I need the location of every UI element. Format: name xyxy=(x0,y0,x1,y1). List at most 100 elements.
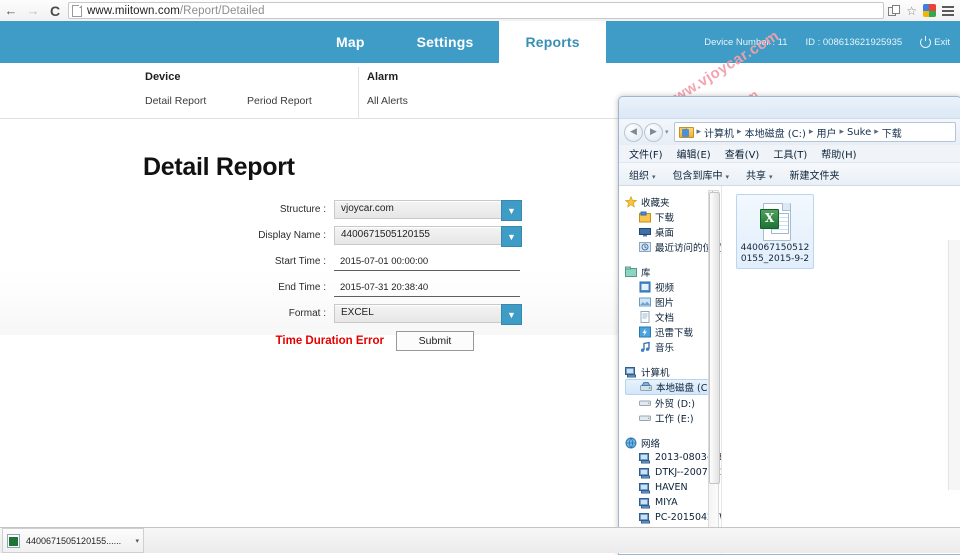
nav-item-network-pc20150421w[interactable]: PC-20150421W xyxy=(625,510,721,525)
file-explorer-window: ◀ ▶ ▾ ▸ 计算机 ▸ 本地磁盘 (C:) ▸ 用户 ▸ Suke ▸ 下载… xyxy=(618,96,960,555)
menu-file[interactable]: 文件(F) xyxy=(629,146,663,161)
computer-icon xyxy=(639,452,651,464)
nav-label: HAVEN xyxy=(655,482,688,493)
field-structure: Structure : vjoycar.com ▼ xyxy=(236,199,526,220)
nav-item-downloads[interactable]: 下载 xyxy=(625,209,721,224)
nav-header-computer[interactable]: 计算机 xyxy=(625,364,721,379)
address-bar[interactable]: www.miitown.com/Report/Detailed xyxy=(68,2,884,19)
documents-library-icon xyxy=(639,311,651,323)
nav-item-videos[interactable]: 视频 xyxy=(625,279,721,294)
explorer-content-scrollbar[interactable] xyxy=(948,240,960,490)
download-folder-icon xyxy=(639,211,651,223)
subnav-link-detail-report[interactable]: Detail Report xyxy=(145,95,247,107)
nav-item-recent-places[interactable]: 最近访问的位置 xyxy=(625,239,721,254)
crumb-local-disk[interactable]: 本地磁盘 (C:) xyxy=(745,125,806,140)
download-bar: 4400671505120155...... ▾ xyxy=(0,527,960,553)
nav-item-drive-d[interactable]: 外贸 (D:) xyxy=(625,395,721,410)
subnav-device-links: Detail Report Period Report xyxy=(145,95,312,107)
forward-circle-icon[interactable]: ▶ xyxy=(644,123,663,142)
nav-item-documents[interactable]: 文档 xyxy=(625,309,721,324)
reload-icon[interactable]: C xyxy=(44,0,66,21)
file-name: 4400671505120155_2015-9-2 xyxy=(739,243,811,265)
crumb-suke[interactable]: Suke xyxy=(847,127,871,138)
crumb-separator: ▸ xyxy=(736,127,743,137)
exit-button[interactable]: Exit xyxy=(920,37,950,48)
display-name-select[interactable]: 4400671505120155 ▼ xyxy=(334,226,522,245)
subnav-link-all-alerts[interactable]: All Alerts xyxy=(367,95,408,107)
explorer-title-bar[interactable] xyxy=(619,97,960,119)
chevron-down-icon[interactable]: ▾ xyxy=(135,537,139,545)
site-top-navigation: Map Settings Reports Device Number : 11 … xyxy=(0,21,960,63)
display-name-value: 4400671505120155 xyxy=(335,227,521,240)
toolbar-organize[interactable]: 组织▾ xyxy=(629,167,656,182)
crumb-computer[interactable]: 计算机 xyxy=(704,125,734,140)
form-footer: Time Duration Error Submit xyxy=(236,331,526,351)
computer-icon xyxy=(639,482,651,494)
toolbar-include-in-library[interactable]: 包含到库中▾ xyxy=(673,167,730,182)
explorer-breadcrumb[interactable]: ▸ 计算机 ▸ 本地磁盘 (C:) ▸ 用户 ▸ Suke ▸ 下载 xyxy=(674,122,956,142)
nav-item-network-miya[interactable]: MIYA xyxy=(625,495,721,510)
format-select[interactable]: EXCEL ▼ xyxy=(334,304,522,323)
chevron-down-icon: ▾ xyxy=(726,173,730,181)
nav-item-desktop[interactable]: 桌面 xyxy=(625,224,721,239)
field-display-name: Display Name : 4400671505120155 ▼ xyxy=(236,225,526,246)
bookmark-page-icon[interactable] xyxy=(888,5,900,17)
chevron-down-icon[interactable]: ▼ xyxy=(501,304,522,325)
chevron-down-icon[interactable]: ▾ xyxy=(665,128,669,136)
back-arrow-icon[interactable]: ← xyxy=(0,0,22,21)
subnav-link-period-report[interactable]: Period Report xyxy=(247,95,312,107)
nav-header-network[interactable]: 网络 xyxy=(625,435,721,450)
hamburger-menu-icon[interactable] xyxy=(942,6,954,16)
nav-label: 文档 xyxy=(655,310,674,324)
field-end-time: End Time : 2015-07-31 20:38:40 xyxy=(236,277,526,298)
crumb-users[interactable]: 用户 xyxy=(816,125,836,140)
star-icon[interactable]: ☆ xyxy=(906,5,917,17)
thunder-download-icon xyxy=(639,326,651,338)
nav-label: MIYA xyxy=(655,497,678,508)
back-circle-icon[interactable]: ◀ xyxy=(624,123,643,142)
forward-arrow-icon[interactable]: → xyxy=(22,0,44,21)
toolbar-share[interactable]: 共享▾ xyxy=(746,167,773,182)
crumb-separator: ▸ xyxy=(873,127,880,137)
nav-tab-settings[interactable]: Settings xyxy=(391,21,500,63)
chevron-down-icon[interactable]: ▼ xyxy=(501,226,522,247)
menu-edit[interactable]: 编辑(E) xyxy=(677,146,711,161)
nav-item-thunder-download[interactable]: 迅雷下载 xyxy=(625,324,721,339)
start-time-input[interactable]: 2015-07-01 00:00:00 xyxy=(334,253,520,271)
library-icon xyxy=(625,266,637,278)
nav-item-local-disk-c[interactable]: 本地磁盘 (C:) xyxy=(625,379,717,395)
toolbar-new-folder[interactable]: 新建文件夹 xyxy=(790,167,840,182)
nav-item-network-dtkj[interactable]: DTKJ--2007012 xyxy=(625,465,721,480)
download-folder-icon xyxy=(679,127,692,138)
nav-header-favorites[interactable]: 收藏夹 xyxy=(625,194,721,209)
nav-item-network-haven[interactable]: HAVEN xyxy=(625,480,721,495)
computer-icon xyxy=(639,512,651,524)
extension-icon[interactable] xyxy=(923,4,936,17)
menu-help[interactable]: 帮助(H) xyxy=(821,146,856,161)
submit-button[interactable]: Submit xyxy=(396,331,474,351)
menu-tools[interactable]: 工具(T) xyxy=(773,146,807,161)
scrollbar-thumb[interactable] xyxy=(709,192,720,484)
download-item[interactable]: 4400671505120155...... ▾ xyxy=(2,528,144,553)
nav-tab-map[interactable]: Map xyxy=(310,21,391,63)
nav-tab-reports[interactable]: Reports xyxy=(499,21,605,63)
chevron-down-icon: ▾ xyxy=(769,173,773,181)
explorer-nav-scrollbar[interactable]: ▲ ▼ xyxy=(708,190,719,552)
end-time-input[interactable]: 2015-07-31 20:38:40 xyxy=(334,279,520,297)
crumb-downloads[interactable]: 下载 xyxy=(882,125,902,140)
subnav-alarm-heading: Alarm xyxy=(367,71,408,83)
nav-item-pictures[interactable]: 图片 xyxy=(625,294,721,309)
nav-label: 音乐 xyxy=(655,340,674,354)
nav-tab-list: Map Settings Reports xyxy=(310,21,606,63)
menu-view[interactable]: 查看(V) xyxy=(725,146,760,161)
file-item[interactable]: X 4400671505120155_2015-9-2 xyxy=(736,194,814,269)
start-time-value: 2015-07-01 00:00:00 xyxy=(334,253,520,267)
nav-item-network-2013-0803-085[interactable]: 2013-0803-085 xyxy=(625,450,721,465)
nav-header-libraries[interactable]: 库 xyxy=(625,264,721,279)
nav-group-favorites: 收藏夹 下载 桌面 最 xyxy=(625,194,721,254)
chevron-down-icon[interactable]: ▼ xyxy=(501,200,522,221)
structure-select[interactable]: vjoycar.com ▼ xyxy=(334,200,522,219)
nav-item-music[interactable]: 音乐 xyxy=(625,339,721,354)
explorer-nav-buttons: ◀ ▶ ▾ xyxy=(624,123,669,142)
nav-item-drive-e[interactable]: 工作 (E:) xyxy=(625,410,721,425)
